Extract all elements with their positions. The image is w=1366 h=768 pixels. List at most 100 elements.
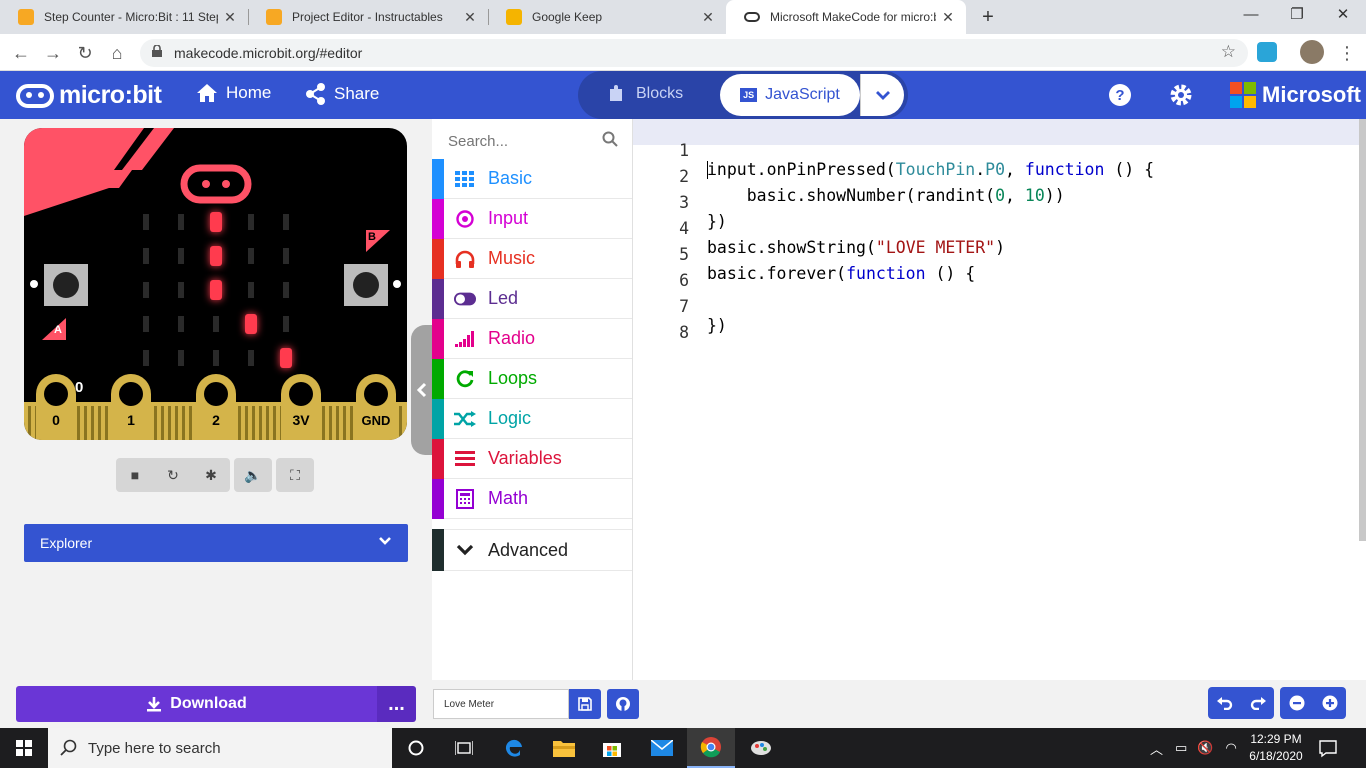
task-view-icon[interactable]: [440, 728, 488, 768]
toolbox-category-input[interactable]: Input: [432, 199, 632, 239]
toolbox-category-variables[interactable]: Variables: [432, 439, 632, 479]
category-label: Input: [488, 208, 528, 229]
simulator-button-b[interactable]: [344, 264, 388, 306]
editor-scrollbar[interactable]: [1359, 119, 1366, 680]
explorer-dropdown[interactable]: Explorer: [24, 524, 408, 562]
save-floppy-icon: [578, 697, 592, 711]
redo-icon[interactable]: [1241, 687, 1274, 719]
code-line[interactable]: 8: [633, 301, 1361, 327]
back-arrow-icon[interactable]: ←: [8, 40, 34, 66]
browser-tab-step-counter[interactable]: Step Counter - Micro:Bit : 11 Step ✕: [0, 0, 248, 34]
microbit-simulator-board[interactable]: A B 0 0 1 2 3V GND: [24, 128, 407, 440]
extension-icon[interactable]: [1257, 42, 1277, 62]
home-button[interactable]: Home: [196, 83, 271, 103]
chrome-menu-icon[interactable]: ⋮: [1334, 40, 1360, 66]
toolbox-category-logic[interactable]: Logic: [432, 399, 632, 439]
notification-center-icon[interactable]: [1318, 738, 1338, 758]
toolbox-category-basic[interactable]: Basic: [432, 159, 632, 199]
zoom-out-icon[interactable]: [1280, 687, 1313, 719]
toolbox-search-input[interactable]: [448, 131, 618, 151]
javascript-code-editor[interactable]: 1 input.onPinPressed(TouchPin.P0, functi…: [633, 119, 1366, 680]
settings-gear-icon[interactable]: [1169, 83, 1193, 107]
pin-2[interactable]: 2: [196, 374, 236, 440]
logo-text: micro:bit: [59, 81, 161, 110]
bookmark-star-icon[interactable]: ☆: [1221, 42, 1236, 62]
microsoft-store-icon[interactable]: [588, 728, 636, 768]
pin-0[interactable]: 0: [36, 374, 76, 440]
toolbox-category-music[interactable]: Music: [432, 239, 632, 279]
code-line[interactable]: 6: [633, 249, 1361, 275]
toolbox-category-advanced[interactable]: Advanced: [432, 529, 632, 571]
profile-avatar[interactable]: [1300, 40, 1324, 64]
battery-icon[interactable]: ▭: [1175, 740, 1187, 756]
cortana-icon[interactable]: [392, 728, 440, 768]
microbit-logo[interactable]: micro:bit: [16, 81, 161, 110]
microsoft-logo[interactable]: Microsoft: [1230, 82, 1361, 108]
share-button[interactable]: Share: [306, 83, 379, 105]
pin-gnd[interactable]: GND: [356, 374, 396, 440]
chrome-browser-icon[interactable]: [687, 728, 735, 768]
pin-3v[interactable]: 3V: [281, 374, 321, 440]
led-1-0: [143, 214, 149, 230]
taskbar-clock[interactable]: 12:29 PM 6/18/2020: [1244, 731, 1308, 765]
zoom-in-icon[interactable]: [1313, 687, 1346, 719]
instructables-favicon-icon: [18, 9, 34, 25]
language-dropdown-button[interactable]: [860, 74, 904, 116]
wifi-icon[interactable]: ◠: [1226, 740, 1237, 756]
project-name-input[interactable]: [433, 689, 569, 719]
taskbar-search-box[interactable]: Type here to search: [48, 728, 392, 768]
blocks-mode-button[interactable]: Blocks: [608, 85, 683, 103]
browser-tab-project-editor[interactable]: Project Editor - Instructables ✕: [248, 0, 488, 34]
undo-icon[interactable]: [1208, 687, 1241, 719]
help-icon[interactable]: ?: [1108, 83, 1132, 107]
code-line[interactable]: 1 input.onPinPressed(TouchPin.P0, functi…: [633, 119, 1361, 145]
download-more-button[interactable]: ...: [377, 686, 416, 722]
new-tab-button[interactable]: +: [976, 4, 1000, 30]
github-button[interactable]: [607, 689, 639, 719]
home-icon[interactable]: ⌂: [104, 40, 130, 66]
toolbox-category-radio[interactable]: Radio: [432, 319, 632, 359]
code-line[interactable]: 5 basic.forever(function () {: [633, 223, 1361, 249]
toolbox-category-loops[interactable]: Loops: [432, 359, 632, 399]
tab-close-icon[interactable]: ✕: [218, 9, 242, 26]
browser-tab-google-keep[interactable]: Google Keep ✕: [488, 0, 726, 34]
code-line[interactable]: 3 }): [633, 171, 1361, 197]
restart-icon[interactable]: ↻: [154, 458, 192, 492]
fullscreen-icon[interactable]: ⛶: [276, 458, 314, 492]
simulator-button-a[interactable]: [44, 264, 88, 306]
reload-icon[interactable]: ↻: [72, 40, 98, 66]
restore-window-icon[interactable]: ❐: [1274, 0, 1320, 30]
address-bar[interactable]: makecode.microbit.org/#editor ☆: [140, 39, 1248, 67]
paint-app-icon[interactable]: [737, 728, 785, 768]
windows-start-button[interactable]: [0, 728, 48, 768]
tab-close-icon[interactable]: ✕: [458, 9, 482, 26]
minimize-window-icon[interactable]: —: [1228, 0, 1274, 30]
close-window-icon[interactable]: ✕: [1320, 0, 1366, 30]
file-explorer-icon[interactable]: [540, 728, 588, 768]
sound-mute-icon[interactable]: 🔈: [234, 458, 272, 492]
show-hidden-icons-chevron-icon[interactable]: ︿: [1150, 739, 1163, 758]
tab-close-icon[interactable]: ✕: [936, 9, 960, 26]
chevron-down-icon: [378, 534, 392, 548]
debug-bug-icon[interactable]: ✱: [192, 458, 230, 492]
download-icon: [146, 696, 162, 712]
forward-arrow-icon[interactable]: →: [40, 40, 66, 66]
code-line[interactable]: 4 basic.showString("LOVE METER"): [633, 197, 1361, 223]
pin-1[interactable]: 1: [111, 374, 151, 440]
toolbox-category-math[interactable]: Math: [432, 479, 632, 519]
code-line[interactable]: 2 basic.showNumber(randint(0, 10)): [633, 145, 1361, 171]
editor-scrollbar-thumb[interactable]: [1359, 119, 1366, 541]
code-line[interactable]: 7 }): [633, 275, 1361, 301]
collapse-simulator-button[interactable]: [411, 325, 433, 455]
windows-taskbar: Type here to search ︿ ▭ 🔇 ◠ 12:29 PM 6/1…: [0, 728, 1366, 768]
mail-icon[interactable]: [638, 728, 686, 768]
tab-close-icon[interactable]: ✕: [696, 9, 720, 26]
javascript-mode-button[interactable]: JS JavaScript: [720, 74, 860, 116]
browser-tab-makecode[interactable]: Microsoft MakeCode for micro:bi ✕: [726, 0, 966, 34]
download-button[interactable]: Download: [16, 686, 377, 722]
stop-icon[interactable]: ■: [116, 458, 154, 492]
edge-browser-icon[interactable]: [490, 728, 538, 768]
toolbox-category-led[interactable]: Led: [432, 279, 632, 319]
save-button[interactable]: [569, 689, 601, 719]
volume-muted-icon[interactable]: 🔇: [1197, 740, 1213, 756]
